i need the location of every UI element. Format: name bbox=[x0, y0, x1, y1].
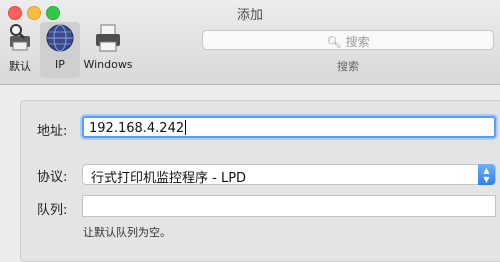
toolbar-windows-button[interactable]: Windows bbox=[82, 22, 134, 82]
search-placeholder: 搜索 bbox=[345, 35, 370, 49]
queue-field[interactable] bbox=[82, 195, 496, 217]
queue-label: 队列: bbox=[37, 203, 68, 218]
chevron-updown-icon[interactable]: ▲ ▼ bbox=[478, 164, 495, 185]
search-placeholder-wrap: 🔍︎ 搜索 bbox=[203, 33, 493, 50]
queue-hint: 让默认队列为空。 bbox=[83, 226, 171, 239]
default-printer-icon bbox=[10, 24, 30, 51]
toolbar-windows-label: Windows bbox=[83, 58, 133, 71]
protocol-label: 协议: bbox=[37, 170, 68, 185]
toolbar-default-label: 默认 bbox=[9, 60, 31, 73]
protocol-select[interactable]: 行式打印机监控程序 - LPD ▲ ▼ bbox=[82, 164, 496, 186]
text-caret bbox=[185, 120, 187, 135]
window-title: 添加 bbox=[236, 8, 263, 23]
search-caption: 搜索 bbox=[337, 60, 359, 73]
address-field[interactable]: 192.168.4.242 bbox=[82, 116, 496, 138]
search-input[interactable]: 🔍︎ 搜索 bbox=[202, 30, 494, 50]
globe-icon bbox=[46, 24, 74, 52]
search-icon: 🔍︎ bbox=[326, 35, 342, 49]
toolbar-default-button[interactable]: 默认 bbox=[2, 22, 38, 82]
window-titlebar: 添加 默认 IP Windows 🔍︎ 搜索 搜索 bbox=[0, 0, 500, 85]
toolbar-ip-label: IP bbox=[55, 58, 65, 71]
address-value: 192.168.4.242 bbox=[89, 121, 185, 136]
address-label: 地址: bbox=[37, 124, 68, 139]
windows-printer-icon bbox=[96, 24, 120, 52]
protocol-value: 行式打印机监控程序 - LPD bbox=[91, 171, 247, 186]
toolbar-ip-button[interactable]: IP bbox=[40, 22, 80, 78]
